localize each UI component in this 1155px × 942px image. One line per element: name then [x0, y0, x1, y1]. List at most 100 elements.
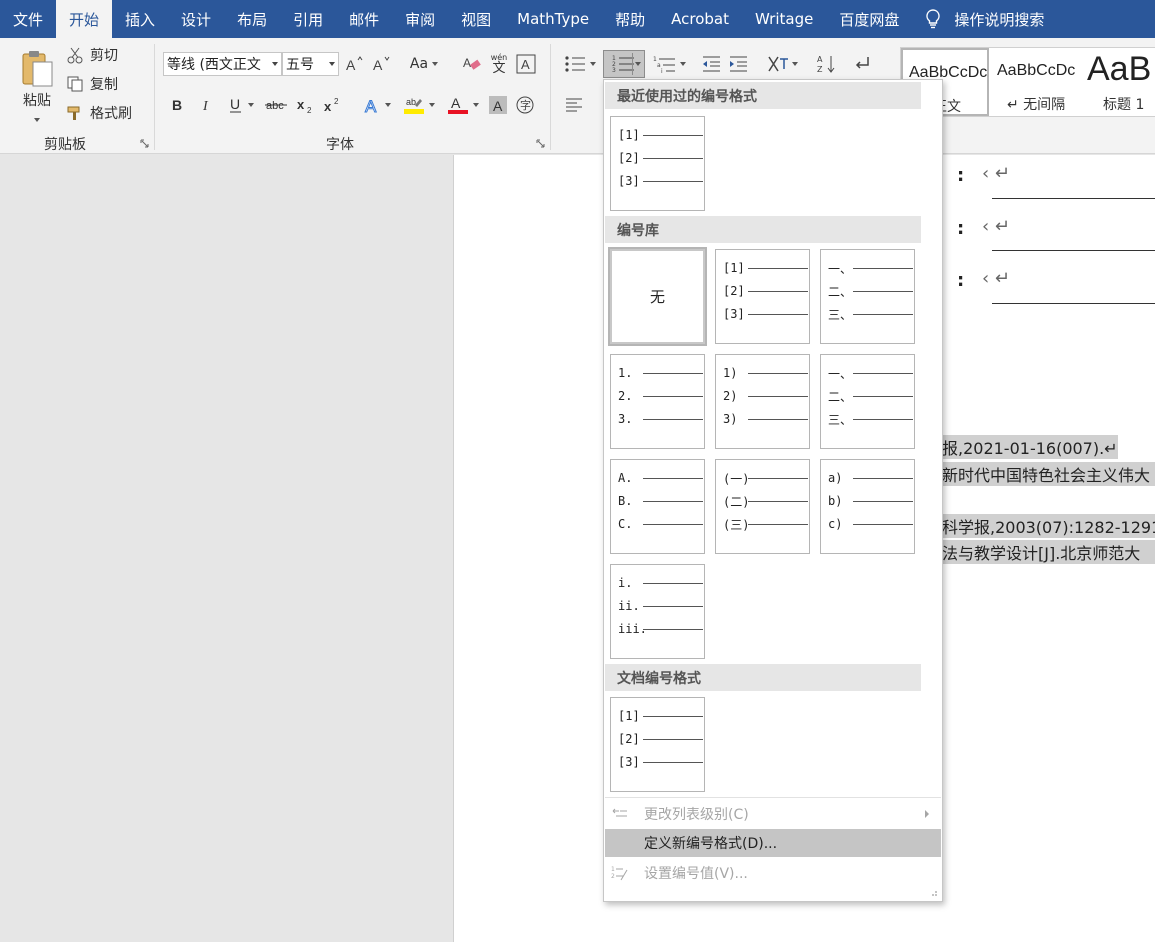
format-preview-line [853, 524, 913, 525]
chinese-layout-button[interactable] [763, 52, 801, 76]
set-numbering-value-menu-item[interactable]: 12 设置编号值(V)... [605, 859, 941, 887]
resize-grip-icon[interactable] [930, 889, 938, 897]
text-highlight-color-button[interactable]: ab [399, 93, 439, 117]
svg-text:A: A [817, 55, 823, 64]
format-preview-label: c) [828, 517, 843, 531]
grow-font-button[interactable]: A [344, 52, 366, 76]
format-preview-label: [1] [618, 709, 640, 723]
font-name-combo[interactable]: 等线 (西文正文 [163, 52, 282, 76]
font-size-combo[interactable]: 五号 [282, 52, 339, 76]
document-format-tile[interactable]: [1] [2] [3] [610, 697, 705, 792]
clear-formatting-button[interactable]: A [461, 52, 483, 76]
tell-me-search[interactable]: 操作说明搜索 [912, 0, 1057, 38]
format-preview-row: [2] [618, 731, 703, 747]
svg-text:A: A [365, 97, 377, 114]
format-preview-line [643, 396, 703, 397]
sort-button[interactable]: AZ [814, 52, 840, 76]
copy-button[interactable]: 复制 [66, 73, 118, 95]
enclose-characters-button[interactable]: 字 [514, 93, 536, 117]
shrink-font-button[interactable]: A [371, 52, 393, 76]
tab-writage[interactable]: Writage [742, 0, 826, 38]
format-preview-label: 1) [723, 366, 738, 380]
format-preview-row: 1) [723, 365, 808, 381]
format-preview-label: 二、 [828, 284, 853, 299]
font-name-value: 等线 (西文正文 [167, 57, 261, 73]
tab-design[interactable]: 设计 [168, 0, 224, 38]
sort-icon: AZ [817, 55, 835, 74]
increase-indent-button[interactable] [727, 52, 749, 76]
phonetic-guide-button[interactable]: wén 文 [487, 50, 511, 78]
format-preview-label: (三) [723, 517, 750, 532]
paste-label: 粘贴 [23, 93, 51, 109]
format-preview-line [748, 419, 808, 420]
text-effects-button[interactable]: A [359, 93, 395, 117]
multilevel-list-button[interactable]: 1ai [649, 52, 689, 76]
format-preview-row: 3. [618, 411, 703, 427]
numbering-button[interactable]: 123 [603, 50, 645, 78]
format-tile[interactable]: A. B. C. [610, 459, 705, 554]
change-case-button[interactable]: Aa [404, 52, 444, 76]
style-no-spacing[interactable]: AaBbCcDc ↵ 无间隔 [991, 48, 1079, 116]
format-preview-line [748, 314, 808, 315]
numbering-library-dropdown: 最近使用过的编号格式 [1] [2] [3] 编号库 无 [1] [2] [3] 一、二… [603, 79, 943, 902]
strikethrough-button[interactable]: abc [264, 93, 290, 117]
format-tile[interactable]: 一、 二、 三、 [820, 249, 915, 344]
style-name: ↵ 无间隔 [1007, 97, 1066, 113]
style-heading-1[interactable]: AaB 标题 1 [1081, 48, 1155, 116]
tab-baidu-netdisk[interactable]: 百度网盘 [826, 0, 912, 38]
svg-text:2: 2 [307, 106, 312, 114]
tab-acrobat[interactable]: Acrobat [658, 0, 742, 38]
format-tile-none[interactable]: 无 [608, 247, 707, 346]
character-shading-button[interactable]: A [487, 93, 509, 117]
svg-text:1: 1 [611, 866, 615, 873]
superscript-button[interactable]: x2 [322, 93, 344, 117]
format-preview-line [853, 396, 913, 397]
format-painter-button[interactable]: 格式刷 [66, 102, 132, 124]
cut-button[interactable]: 剪切 [66, 44, 118, 66]
format-preview-row: 二、 [828, 283, 913, 299]
font-dialog-launcher-icon[interactable] [536, 139, 545, 148]
change-list-level-menu-item[interactable]: 更改列表级别(C) [605, 800, 941, 828]
clipboard-dialog-launcher-icon[interactable] [140, 139, 149, 148]
tab-home[interactable]: 开始 [56, 0, 113, 38]
tab-references[interactable]: 引用 [280, 0, 336, 38]
font-group-label: 字体 [326, 137, 354, 153]
format-preview-label: [3] [618, 174, 640, 188]
bold-button[interactable]: B [167, 93, 189, 117]
phonetic-guide-char: 文 [492, 60, 506, 76]
align-left-button[interactable] [563, 93, 585, 117]
search-label: 操作说明搜索 [954, 10, 1045, 29]
recent-format-tile[interactable]: [1] [2] [3] [610, 116, 705, 211]
define-new-number-format-menu-item[interactable]: 定义新编号格式(D)... [605, 829, 941, 857]
format-tile[interactable]: 1) 2) 3) [715, 354, 810, 449]
copy-label: 复制 [90, 77, 118, 93]
format-preview-line [853, 478, 913, 479]
paste-button[interactable]: 粘贴 [16, 46, 58, 124]
format-tile[interactable]: 一、 二、 三、 [820, 354, 915, 449]
tab-mailings[interactable]: 邮件 [336, 0, 392, 38]
tab-insert[interactable]: 插入 [112, 0, 168, 38]
tab-file[interactable]: 文件 [0, 0, 56, 38]
format-tile[interactable]: (一) (二) (三) [715, 459, 810, 554]
text-effects-icon: A [364, 97, 377, 115]
font-color-button[interactable]: A [443, 93, 483, 117]
bullets-button[interactable] [561, 52, 599, 76]
tab-help[interactable]: 帮助 [602, 0, 658, 38]
paragraph-mark-icon [855, 57, 869, 69]
subscript-button[interactable]: x2 [295, 93, 317, 117]
tab-mathtype[interactable]: MathType [504, 0, 602, 38]
show-paragraph-marks-button[interactable] [849, 52, 875, 76]
decrease-indent-button[interactable] [700, 52, 722, 76]
format-preview-row: 三、 [828, 411, 913, 427]
format-tile[interactable]: i. ii. iii. [610, 564, 705, 659]
character-border-button[interactable]: A [515, 52, 537, 76]
underline-button[interactable]: U [223, 93, 259, 117]
tab-layout[interactable]: 布局 [224, 0, 280, 38]
tab-view[interactable]: 视图 [448, 0, 504, 38]
format-tile[interactable]: 1. 2. 3. [610, 354, 705, 449]
paste-dropdown-icon [34, 118, 40, 122]
italic-button[interactable]: I [196, 93, 218, 117]
format-tile[interactable]: [1] [2] [3] [715, 249, 810, 344]
tab-review[interactable]: 审阅 [392, 0, 448, 38]
format-tile[interactable]: a) b) c) [820, 459, 915, 554]
